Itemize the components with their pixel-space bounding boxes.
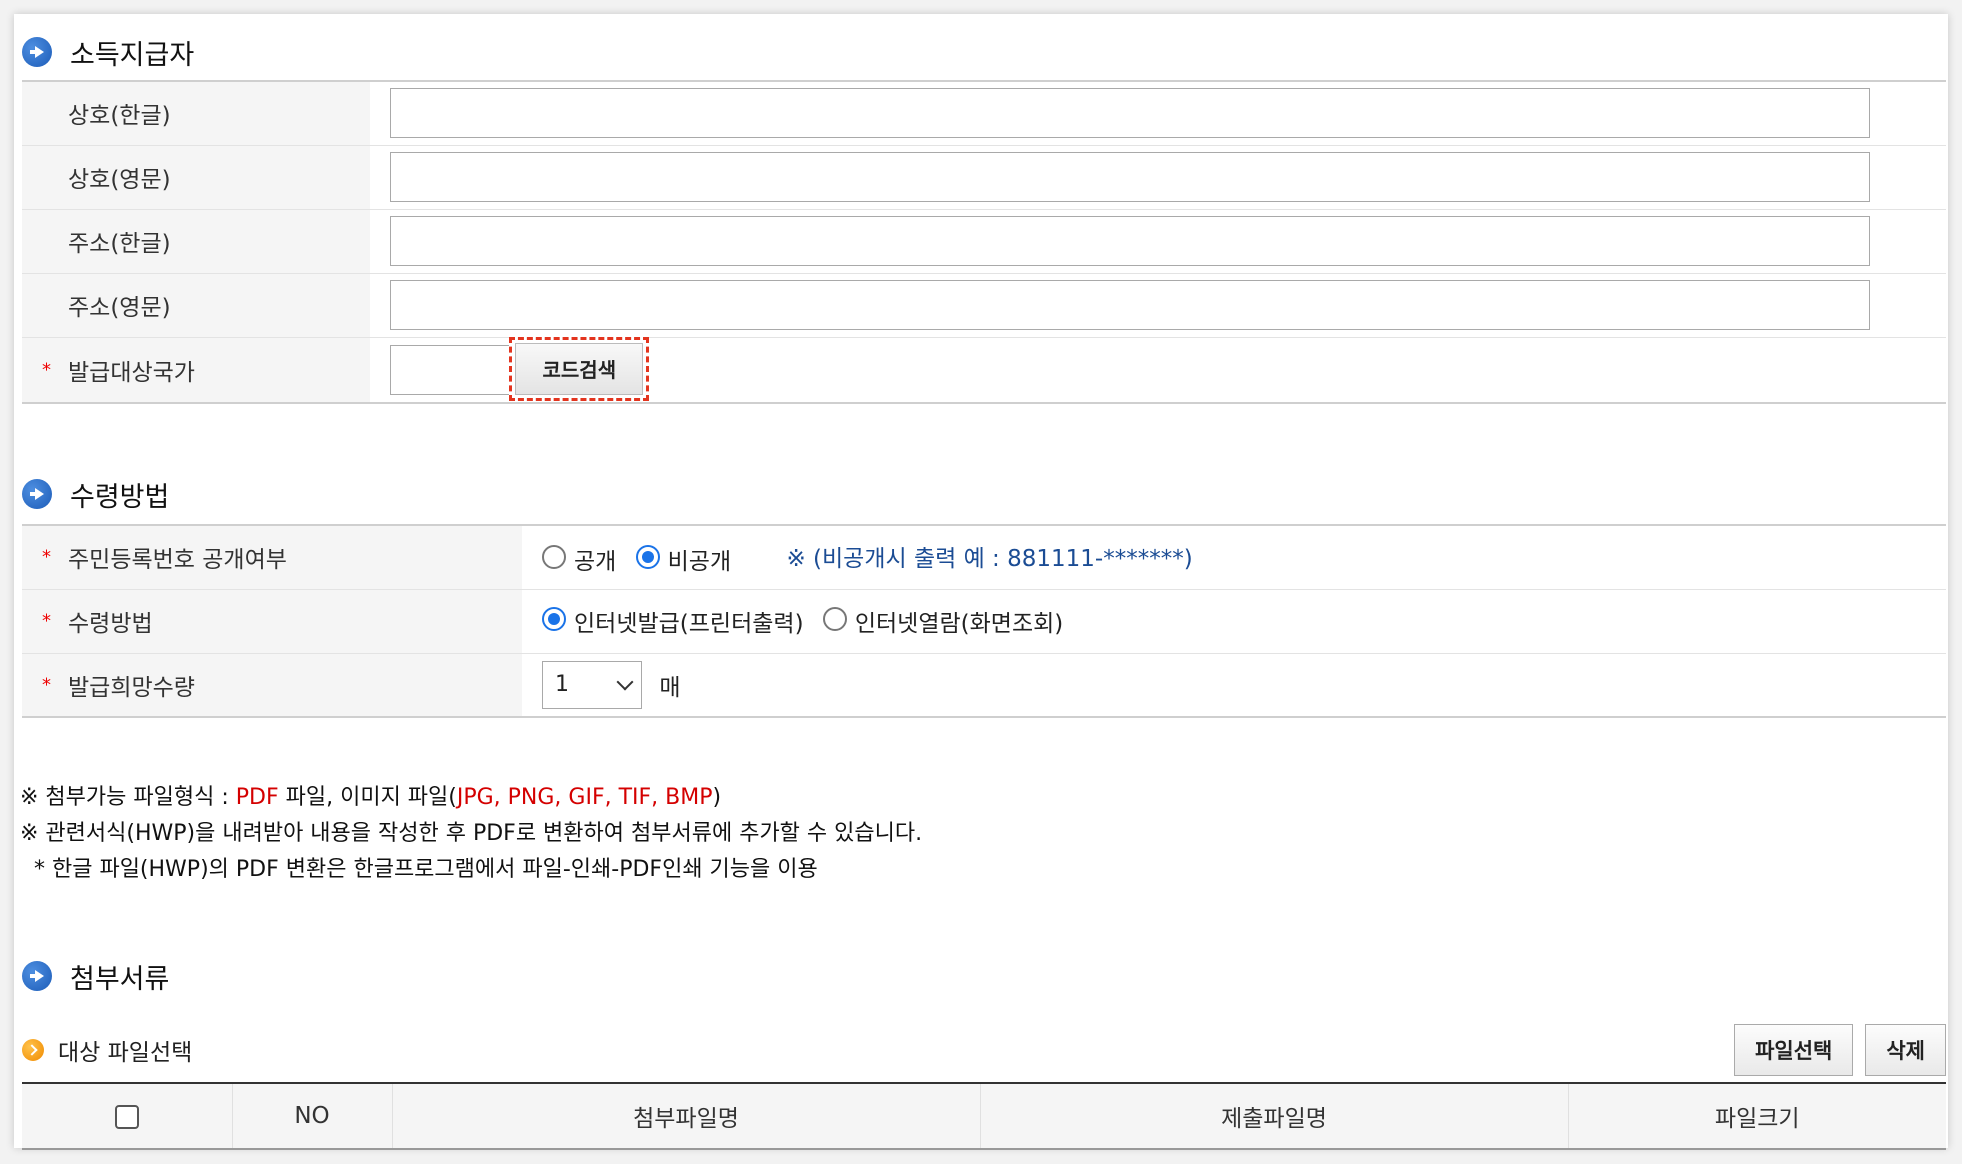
note-line-2: ※ 관련서식(HWP)을 내려받아 내용을 작성한 후 PDF로 변환하여 첨부… bbox=[20, 821, 923, 846]
name-en-input[interactable] bbox=[390, 152, 1870, 202]
note-line-3: * 한글 파일(HWP)의 PDF 변환은 한글프로그램에서 파일-인쇄-PDF… bbox=[20, 857, 818, 882]
highlight-box: 코드검색 bbox=[509, 336, 650, 401]
row-name-kr: 상호(한글) bbox=[22, 80, 1946, 146]
note-pdf: PDF bbox=[235, 785, 279, 810]
file-table: NO 첨부파일명 제출파일명 파일크기 bbox=[22, 1082, 1946, 1150]
label-addr-en: 주소(영문) bbox=[22, 273, 370, 338]
label-country-text: 발급대상국가 bbox=[68, 359, 195, 386]
note-line-1: ※ 첨부가능 파일형식 : PDF 파일, 이미지 파일(JPG, PNG, G… bbox=[20, 780, 922, 816]
row-addr-kr: 주소(한글) bbox=[22, 209, 1946, 274]
name-kr-input[interactable] bbox=[390, 88, 1870, 139]
orange-bullet-icon bbox=[22, 1039, 44, 1061]
required-mark: * bbox=[42, 674, 51, 696]
row-method: * 수령방법 인터넷발급(프린터출력) 인터넷열람(화면조회) bbox=[22, 589, 1946, 654]
addr-kr-input[interactable] bbox=[390, 216, 1870, 266]
note-mid: 파일, 이미지 파일( bbox=[278, 785, 457, 810]
label-qty: * 발급희망수량 bbox=[22, 653, 522, 718]
note-prefix: ※ 첨부가능 파일형식 : bbox=[20, 785, 236, 810]
radio-public[interactable] bbox=[542, 545, 566, 569]
qty-select[interactable]: 1 bbox=[542, 660, 642, 709]
radio-internet-issue[interactable] bbox=[542, 607, 566, 631]
file-select-button[interactable]: 파일선택 bbox=[1734, 1024, 1854, 1076]
qty-unit: 매 bbox=[659, 674, 681, 701]
radio-private[interactable] bbox=[635, 545, 660, 569]
label-method: * 수령방법 bbox=[22, 589, 522, 654]
col-submit-name: 제출파일명 bbox=[979, 1082, 1568, 1150]
select-all-checkbox[interactable] bbox=[114, 1104, 139, 1129]
row-name-en: 상호(영문) bbox=[22, 145, 1946, 210]
file-buttons: 파일선택 삭제 bbox=[1734, 1024, 1946, 1076]
attachment-notes: ※ 첨부가능 파일형식 : PDF 파일, 이미지 파일(JPG, PNG, G… bbox=[20, 780, 922, 888]
required-mark: * bbox=[42, 546, 51, 568]
opt-internet-issue-label: 인터넷발급(프린터출력) bbox=[574, 611, 804, 637]
radio-internet-view[interactable] bbox=[822, 607, 847, 631]
arrow-circle-icon bbox=[22, 37, 52, 67]
label-name-en: 상호(영문) bbox=[22, 145, 370, 210]
delete-button[interactable]: 삭제 bbox=[1865, 1024, 1946, 1076]
chevron-down-icon bbox=[616, 673, 634, 691]
label-qty-text: 발급희망수량 bbox=[68, 674, 195, 701]
file-table-header: NO 첨부파일명 제출파일명 파일크기 bbox=[22, 1082, 1946, 1150]
section-title-payer: 소득지급자 bbox=[70, 39, 195, 71]
note-formats: JPG, PNG, GIF, TIF, BMP bbox=[456, 785, 713, 810]
private-note: ※ (비공개시 출력 예 : 881111-*******) bbox=[786, 545, 1193, 572]
row-qty: * 발급희망수량 1 매 bbox=[22, 653, 1946, 718]
section-title-attach: 첨부서류 bbox=[70, 963, 170, 995]
country-code-input[interactable] bbox=[390, 344, 512, 395]
code-search-button[interactable]: 코드검색 bbox=[515, 342, 644, 395]
qty-value: 1 bbox=[555, 672, 569, 698]
label-name-kr: 상호(한글) bbox=[22, 80, 370, 146]
col-attach-name: 첨부파일명 bbox=[391, 1082, 980, 1150]
arrow-circle-icon bbox=[22, 961, 52, 991]
required-mark: * bbox=[42, 610, 51, 632]
note-suffix: ) bbox=[712, 785, 722, 810]
row-country: * 발급대상국가 코드검색 bbox=[22, 336, 1946, 404]
section-payer: 소득지급자 bbox=[22, 32, 194, 72]
addr-en-input[interactable] bbox=[390, 280, 1870, 330]
section-attach: 첨부서류 bbox=[22, 956, 169, 996]
opt-private-label: 비공개 bbox=[667, 549, 732, 575]
target-file-label: 대상 파일선택 bbox=[58, 1040, 193, 1066]
section-title-receipt: 수령방법 bbox=[70, 481, 170, 513]
col-file-size: 파일크기 bbox=[1567, 1082, 1946, 1150]
col-no: NO bbox=[231, 1082, 392, 1150]
label-id-public: * 주민등록번호 공개여부 bbox=[22, 524, 522, 590]
required-mark: * bbox=[42, 359, 51, 380]
col-select-all bbox=[22, 1082, 232, 1150]
opt-public-label: 공개 bbox=[574, 549, 617, 575]
label-id-public-text: 주민등록번호 공개여부 bbox=[68, 547, 287, 574]
section-receipt: 수령방법 bbox=[22, 474, 169, 514]
payer-table: 상호(한글) 상호(영문) 주소(한글) 주소(영문) * 발급대상국가 코드검… bbox=[22, 80, 1946, 404]
page: 소득지급자 상호(한글) 상호(영문) 주소(한글) 주소(영문) * 발급대상… bbox=[14, 14, 1948, 1150]
target-file-row: 대상 파일선택 파일선택 삭제 bbox=[22, 1022, 1946, 1078]
opt-internet-view-label: 인터넷열람(화면조회) bbox=[854, 611, 1064, 637]
row-id-public: * 주민등록번호 공개여부 공개 비공개 ※ (비공개시 출력 예 : 8811… bbox=[22, 524, 1946, 590]
label-addr-kr: 주소(한글) bbox=[22, 209, 370, 274]
arrow-circle-icon bbox=[22, 479, 52, 509]
receipt-table: * 주민등록번호 공개여부 공개 비공개 ※ (비공개시 출력 예 : 8811… bbox=[22, 524, 1946, 718]
label-country: * 발급대상국가 bbox=[22, 337, 370, 404]
row-addr-en: 주소(영문) bbox=[22, 273, 1946, 338]
label-method-text: 수령방법 bbox=[68, 611, 153, 637]
